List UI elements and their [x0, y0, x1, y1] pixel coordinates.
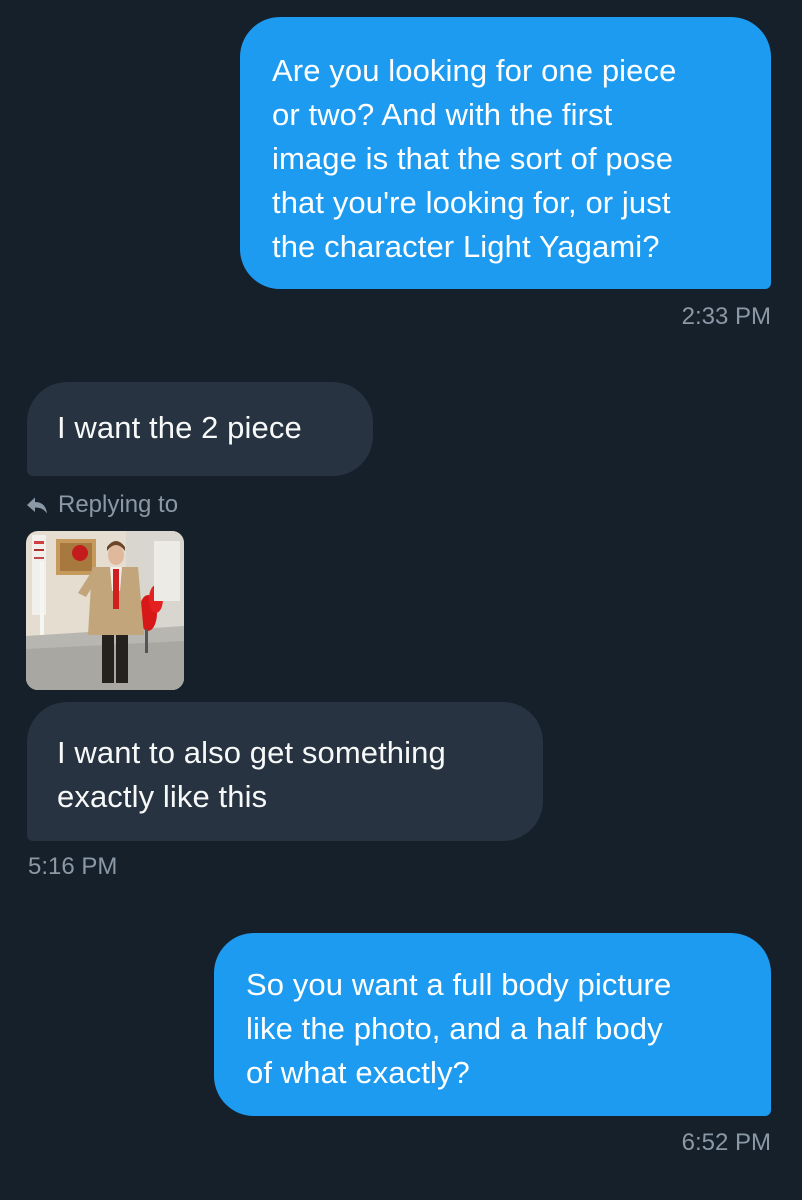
message-text-line: like the photo, and a half body — [246, 1011, 663, 1046]
message-text-line: So you want a full body picture — [246, 967, 672, 1002]
replying-to-label: Replying to — [58, 491, 179, 518]
message-text-line: image is that the sort of pose — [272, 141, 674, 176]
message-text-line: Are you looking for one piece — [272, 53, 677, 88]
reply-arrow-icon — [26, 495, 48, 515]
replied-photo-thumbnail[interactable] — [26, 531, 184, 690]
message-timestamp: 6:52 PM — [681, 1129, 771, 1156]
message-timestamp: 5:16 PM — [28, 853, 118, 880]
message-text-line: that you're looking for, or just — [272, 185, 671, 220]
message-text-line: or two? And with the first — [272, 97, 613, 132]
message-text-line: exactly like this — [57, 779, 268, 814]
incoming-message-bubble[interactable]: I want to also get something exactly lik… — [27, 702, 543, 841]
message-text-line: of what exactly? — [246, 1055, 470, 1090]
incoming-message-bubble[interactable]: I want the 2 piece — [27, 382, 373, 476]
message-text-line: the character Light Yagami? — [272, 229, 660, 264]
outgoing-message-bubble[interactable]: So you want a full body picture like the… — [214, 933, 771, 1116]
replying-to-indicator[interactable]: Replying to — [26, 488, 178, 522]
outgoing-message-bubble[interactable]: Are you looking for one piece or two? An… — [240, 17, 771, 289]
message-text-line: I want to also get something — [57, 735, 446, 770]
message-text-line: I want the 2 piece — [57, 410, 302, 445]
message-timestamp: 2:33 PM — [681, 303, 771, 330]
